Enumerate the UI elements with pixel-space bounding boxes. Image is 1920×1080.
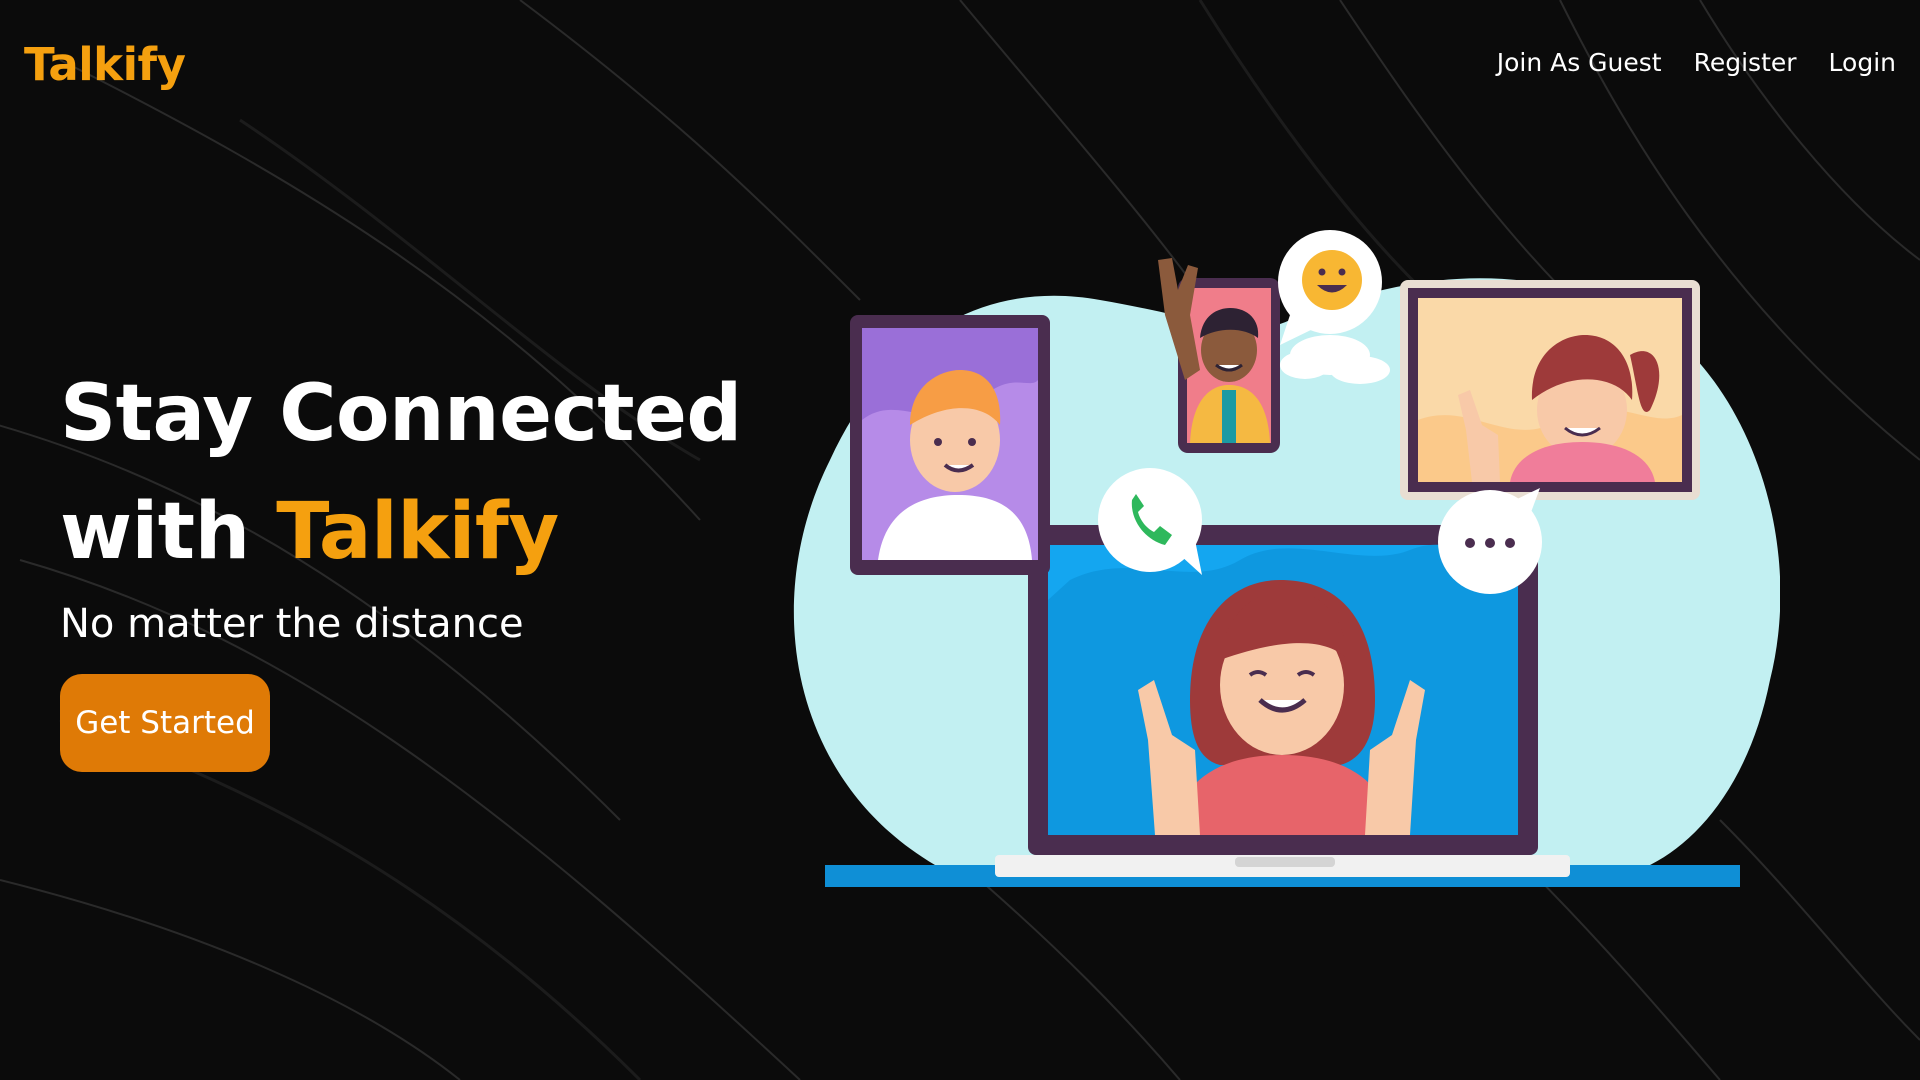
tablet-left xyxy=(850,315,1050,575)
navbar: Talkify Join As Guest Register Login xyxy=(0,0,1920,130)
landing-page: Talkify Join As Guest Register Login Sta… xyxy=(0,0,1920,1080)
hero-section: Stay Connected with Talkify No matter th… xyxy=(60,355,760,649)
hero-title: Stay Connected with Talkify xyxy=(60,355,760,591)
hero-title-line1: Stay Connected xyxy=(60,369,742,459)
monitor-right xyxy=(1400,280,1700,500)
nav-links: Join As Guest Register Login xyxy=(1497,48,1896,77)
get-started-button[interactable]: Get Started xyxy=(60,674,270,772)
nav-link-register[interactable]: Register xyxy=(1694,48,1797,77)
hero-title-brand: Talkify xyxy=(276,487,559,577)
nav-link-login[interactable]: Login xyxy=(1829,48,1896,77)
nav-link-join-as-guest[interactable]: Join As Guest xyxy=(1497,48,1662,77)
hero-title-line2-prefix: with xyxy=(60,487,277,577)
video-call-illustration xyxy=(793,230,1780,887)
hero-subtitle: No matter the distance xyxy=(60,601,524,647)
brand-logo-link[interactable]: Talkify xyxy=(24,38,186,91)
